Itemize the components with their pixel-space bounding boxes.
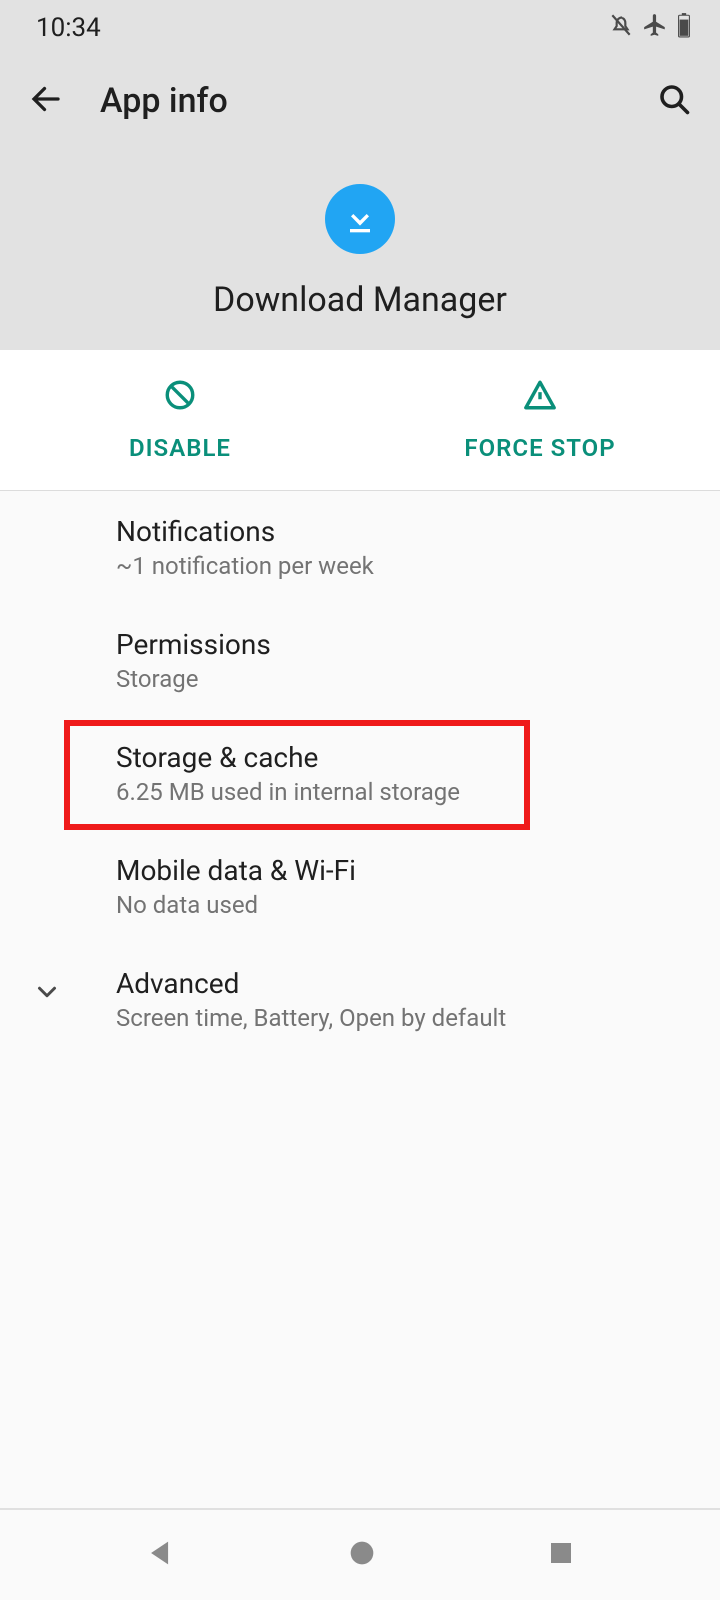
battery-icon: [676, 12, 692, 45]
item-sub: Screen time, Battery, Open by default: [116, 1004, 720, 1032]
mute-icon: [608, 12, 634, 45]
nav-recent-button[interactable]: [546, 1538, 576, 1572]
nav-back-button[interactable]: [144, 1536, 178, 1574]
item-title: Notifications: [116, 515, 720, 548]
advanced-item[interactable]: Advanced Screen time, Battery, Open by d…: [0, 943, 720, 1056]
chevron-down-icon: [32, 977, 62, 1011]
disable-label: DISABLE: [129, 434, 231, 462]
app-name: Download Manager: [213, 280, 507, 320]
item-title: Storage & cache: [116, 741, 720, 774]
notifications-item[interactable]: Notifications ~1 notification per week: [0, 491, 720, 604]
item-title: Permissions: [116, 628, 720, 661]
nav-home-button[interactable]: [345, 1536, 379, 1574]
airplane-icon: [642, 12, 668, 45]
storage-cache-item[interactable]: Storage & cache 6.25 MB used in internal…: [0, 717, 720, 830]
header: App info Download Manager: [0, 56, 720, 350]
disable-button[interactable]: DISABLE: [0, 350, 360, 490]
force-stop-button[interactable]: FORCE STOP: [360, 350, 720, 490]
navigation-bar: [0, 1508, 720, 1600]
disable-icon: [163, 378, 197, 418]
item-sub: 6.25 MB used in internal storage: [116, 778, 720, 806]
status-time: 10:34: [36, 13, 101, 43]
mobile-data-wifi-item[interactable]: Mobile data & Wi-Fi No data used: [0, 830, 720, 943]
item-title: Advanced: [116, 967, 720, 1000]
item-sub: ~1 notification per week: [116, 552, 720, 580]
status-icons: [608, 12, 692, 45]
item-title: Mobile data & Wi-Fi: [116, 854, 720, 887]
back-button[interactable]: [28, 81, 64, 121]
warning-icon: [523, 378, 557, 418]
item-sub: Storage: [116, 665, 720, 693]
permissions-item[interactable]: Permissions Storage: [0, 604, 720, 717]
app-icon: [325, 184, 395, 254]
item-sub: No data used: [116, 891, 720, 919]
page-title: App info: [100, 81, 228, 121]
force-stop-label: FORCE STOP: [464, 434, 615, 462]
status-bar: 10:34: [0, 0, 720, 56]
action-row: DISABLE FORCE STOP: [0, 350, 720, 491]
search-button[interactable]: [656, 81, 692, 121]
settings-list: Notifications ~1 notification per week P…: [0, 491, 720, 1056]
